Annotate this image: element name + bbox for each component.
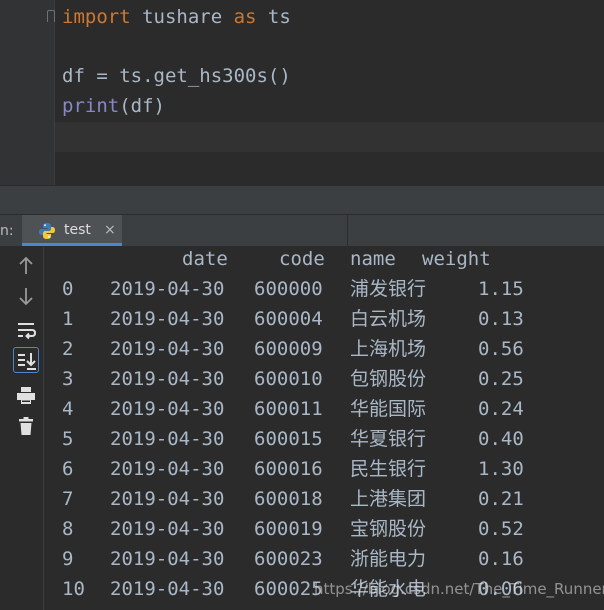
- cell-weight: 0.56: [478, 338, 524, 360]
- watermark-text: https://blog.csdn.net/The_Time_Runner: [314, 580, 604, 598]
- current-line-highlight: [55, 122, 604, 152]
- row-index: 4: [62, 398, 74, 420]
- cell-name: 华夏银行: [350, 428, 427, 450]
- cell-date: 2019-04-30: [110, 278, 225, 300]
- cell-date: 2019-04-30: [110, 308, 225, 330]
- print-args: (df): [119, 95, 165, 117]
- cell-weight: 0.52: [478, 518, 524, 540]
- cell-weight: 1.30: [478, 458, 524, 480]
- cell-date: 2019-04-30: [110, 398, 225, 420]
- cell-weight: 0.13: [478, 308, 524, 330]
- row-index: 6: [62, 458, 74, 480]
- cell-date: 2019-04-30: [110, 488, 225, 510]
- cell-weight: 0.24: [478, 398, 524, 420]
- console-toolbar: [0, 247, 44, 610]
- down-arrow-icon[interactable]: [13, 283, 39, 309]
- cell-name: 浙能电力: [350, 548, 427, 570]
- tab-label: test: [64, 222, 91, 238]
- header-weight: weight: [422, 248, 491, 270]
- cell-name: 上海机场: [350, 338, 427, 360]
- module-alias: ts: [256, 6, 291, 28]
- cell-date: 2019-04-30: [110, 368, 225, 390]
- cell-code: 600000: [254, 278, 323, 300]
- print-icon[interactable]: [13, 383, 39, 409]
- editor-gutter: [0, 0, 54, 185]
- keyword-as: as: [233, 6, 257, 28]
- cell-date: 2019-04-30: [110, 548, 225, 570]
- cell-name: 宝钢股份: [350, 518, 427, 540]
- cell-date: 2019-04-30: [110, 428, 225, 450]
- cell-name: 民生银行: [350, 458, 427, 480]
- cell-date: 2019-04-30: [110, 338, 225, 360]
- module-name: tushare: [130, 6, 234, 28]
- cell-code: 600016: [254, 458, 323, 480]
- cell-code: 600018: [254, 488, 323, 510]
- row-index: 5: [62, 428, 74, 450]
- row-index: 1: [62, 308, 74, 330]
- cell-date: 2019-04-30: [110, 578, 225, 600]
- close-icon[interactable]: ×: [104, 215, 116, 245]
- header-name: name: [350, 248, 396, 270]
- python-icon: [39, 223, 55, 239]
- cell-code: 600010: [254, 368, 323, 390]
- cell-name: 华能国际: [350, 398, 427, 420]
- keyword-import: import: [62, 6, 131, 28]
- header-date: date: [182, 248, 228, 270]
- row-index: 2: [62, 338, 74, 360]
- cell-code: 600025: [254, 578, 323, 600]
- console-output[interactable]: date code name weight 0 2019-04-30 600000 浦…: [45, 247, 604, 610]
- row-index: 10: [62, 578, 85, 600]
- cell-code: 600023: [254, 548, 323, 570]
- row-index: 9: [62, 548, 74, 570]
- code-editor[interactable]: import tushare as ts df = ts.get_hs300s(…: [0, 0, 604, 185]
- cell-weight: 0.21: [478, 488, 524, 510]
- code-line-1[interactable]: import tushare as ts: [62, 2, 291, 32]
- run-panel-title: n:: [0, 223, 14, 239]
- up-arrow-icon[interactable]: [13, 253, 39, 279]
- run-tab-bar: n: test ×: [0, 215, 604, 247]
- row-index: 3: [62, 368, 74, 390]
- row-index: 7: [62, 488, 74, 510]
- trash-icon[interactable]: [13, 413, 39, 439]
- cell-weight: 0.16: [478, 548, 524, 570]
- cell-name: 白云机场: [350, 308, 427, 330]
- cell-name: 包钢股份: [350, 368, 427, 390]
- cell-code: 600004: [254, 308, 323, 330]
- header-code: code: [279, 248, 325, 270]
- cell-name: 浦发银行: [350, 278, 427, 300]
- panel-splitter[interactable]: [0, 185, 604, 215]
- fold-icon[interactable]: [47, 10, 55, 22]
- cell-weight: 0.40: [478, 428, 524, 450]
- cell-weight: 1.15: [478, 278, 524, 300]
- tab-test[interactable]: test ×: [22, 215, 122, 246]
- cell-code: 600011: [254, 398, 323, 420]
- cell-date: 2019-04-30: [110, 518, 225, 540]
- row-index: 0: [62, 278, 74, 300]
- row-index: 8: [62, 518, 74, 540]
- cell-code: 600015: [254, 428, 323, 450]
- code-line-4[interactable]: print(df): [62, 91, 165, 121]
- cell-date: 2019-04-30: [110, 458, 225, 480]
- soft-wrap-icon[interactable]: [13, 317, 39, 343]
- tab-bar-divider: [347, 215, 348, 247]
- dataframe-header: date code name weight: [62, 244, 491, 274]
- cell-weight: 0.25: [478, 368, 524, 390]
- cell-name: 上港集团: [350, 488, 427, 510]
- scroll-to-end-icon[interactable]: [13, 347, 39, 373]
- cell-code: 600009: [254, 338, 323, 360]
- gutter-divider: [54, 0, 55, 185]
- builtin-print: print: [62, 95, 120, 117]
- code-line-3[interactable]: df = ts.get_hs300s(): [62, 61, 291, 91]
- cell-code: 600019: [254, 518, 323, 540]
